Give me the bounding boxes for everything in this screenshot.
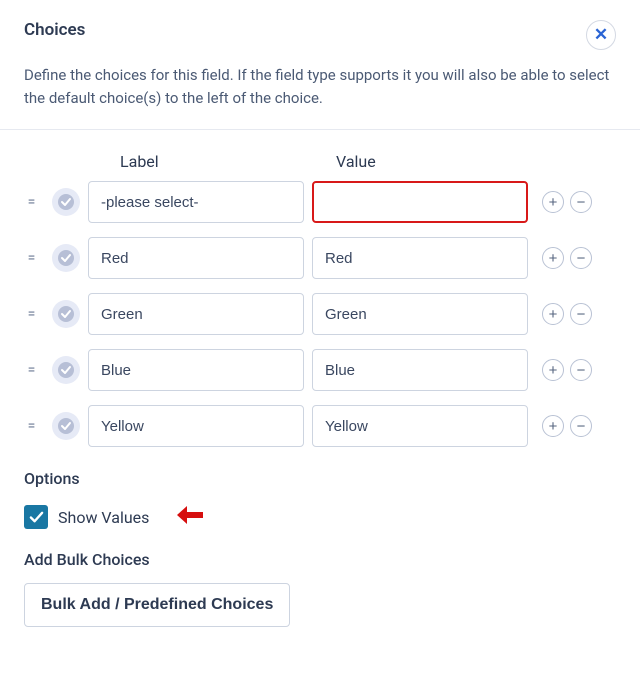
- row-actions: +−: [542, 247, 592, 269]
- add-row-button[interactable]: +: [542, 415, 564, 437]
- choice-row: =+−: [24, 293, 616, 335]
- drag-handle-icon[interactable]: =: [24, 194, 38, 210]
- options-heading: Options: [24, 469, 616, 488]
- arrow-icon: [177, 504, 203, 530]
- value-input[interactable]: [312, 349, 528, 391]
- label-input[interactable]: [88, 181, 304, 223]
- check-icon: [57, 193, 75, 211]
- remove-row-button[interactable]: −: [570, 359, 592, 381]
- check-icon: [29, 510, 44, 525]
- remove-row-button[interactable]: −: [570, 191, 592, 213]
- check-icon: [57, 249, 75, 267]
- bulk-heading: Add Bulk Choices: [24, 550, 616, 569]
- show-values-label: Show Values: [58, 508, 149, 527]
- choice-row: =+−: [24, 405, 616, 447]
- remove-row-button[interactable]: −: [570, 247, 592, 269]
- default-radio[interactable]: [52, 356, 80, 384]
- plus-icon: +: [549, 363, 558, 378]
- default-radio[interactable]: [52, 412, 80, 440]
- plus-icon: +: [549, 419, 558, 434]
- plus-icon: +: [549, 307, 558, 322]
- value-input[interactable]: [312, 405, 528, 447]
- drag-handle-icon[interactable]: =: [24, 362, 38, 378]
- divider: [0, 129, 640, 130]
- close-button[interactable]: ✕: [586, 20, 616, 50]
- add-row-button[interactable]: +: [542, 303, 564, 325]
- value-input[interactable]: [312, 293, 528, 335]
- check-icon: [57, 417, 75, 435]
- value-input[interactable]: [312, 237, 528, 279]
- row-actions: +−: [542, 303, 592, 325]
- remove-row-button[interactable]: −: [570, 415, 592, 437]
- bulk-add-button[interactable]: Bulk Add / Predefined Choices: [24, 583, 290, 627]
- minus-icon: −: [577, 363, 586, 378]
- label-input[interactable]: [88, 349, 304, 391]
- label-input[interactable]: [88, 293, 304, 335]
- label-column-header: Label: [120, 152, 336, 171]
- add-row-button[interactable]: +: [542, 359, 564, 381]
- close-icon: ✕: [594, 25, 608, 45]
- default-radio[interactable]: [52, 244, 80, 272]
- choices-description: Define the choices for this field. If th…: [24, 64, 616, 109]
- row-actions: +−: [542, 415, 592, 437]
- row-actions: +−: [542, 359, 592, 381]
- column-headers: Label Value: [24, 152, 616, 171]
- default-radio[interactable]: [52, 188, 80, 216]
- remove-row-button[interactable]: −: [570, 303, 592, 325]
- choices-title: Choices: [24, 20, 85, 40]
- minus-icon: −: [577, 307, 586, 322]
- add-row-button[interactable]: +: [542, 191, 564, 213]
- drag-handle-icon[interactable]: =: [24, 306, 38, 322]
- choice-row: =+−: [24, 237, 616, 279]
- plus-icon: +: [549, 251, 558, 266]
- value-column-header: Value: [336, 152, 376, 171]
- choice-row: =+−: [24, 349, 616, 391]
- drag-handle-icon[interactable]: =: [24, 418, 38, 434]
- minus-icon: −: [577, 419, 586, 434]
- choice-row: =+−: [24, 181, 616, 223]
- label-input[interactable]: [88, 405, 304, 447]
- check-icon: [57, 305, 75, 323]
- row-actions: +−: [542, 191, 592, 213]
- minus-icon: −: [577, 195, 586, 210]
- show-values-checkbox[interactable]: [24, 505, 48, 529]
- add-row-button[interactable]: +: [542, 247, 564, 269]
- default-radio[interactable]: [52, 300, 80, 328]
- drag-handle-icon[interactable]: =: [24, 250, 38, 266]
- value-input[interactable]: [312, 181, 528, 223]
- plus-icon: +: [549, 195, 558, 210]
- label-input[interactable]: [88, 237, 304, 279]
- check-icon: [57, 361, 75, 379]
- minus-icon: −: [577, 251, 586, 266]
